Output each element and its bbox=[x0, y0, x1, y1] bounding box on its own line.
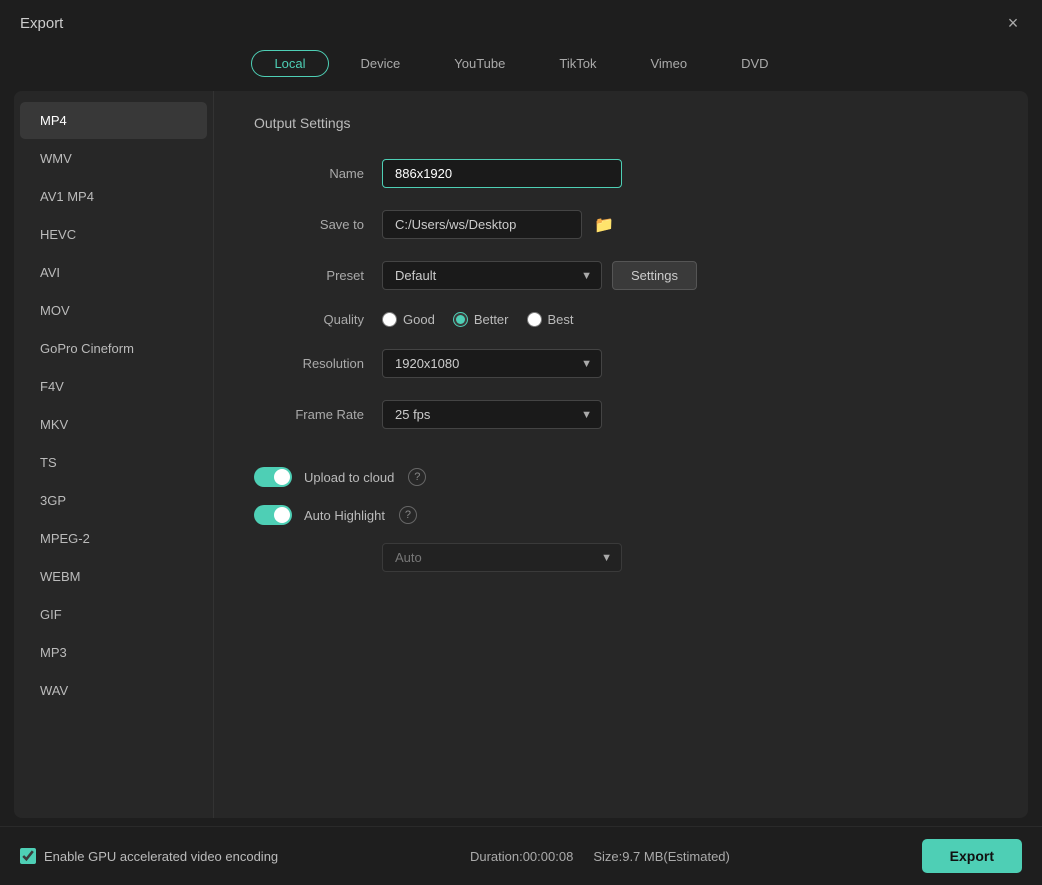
name-row: Name bbox=[254, 159, 988, 188]
quality-good-label: Good bbox=[403, 312, 435, 327]
tab-tiktok[interactable]: TikTok bbox=[537, 50, 618, 77]
save-to-row: Save to 📁 bbox=[254, 210, 988, 239]
format-webm[interactable]: WEBM bbox=[20, 558, 207, 595]
tab-local[interactable]: Local bbox=[251, 50, 328, 77]
export-button[interactable]: Export bbox=[922, 839, 1022, 873]
quality-label: Quality bbox=[254, 312, 364, 327]
tab-device[interactable]: Device bbox=[339, 50, 423, 77]
gpu-checkbox[interactable] bbox=[20, 848, 36, 864]
quality-better-option[interactable]: Better bbox=[453, 312, 509, 327]
preset-select[interactable]: Default bbox=[382, 261, 602, 290]
size-label: Size:9.7 MB(Estimated) bbox=[593, 849, 730, 864]
close-button[interactable]: × bbox=[1004, 14, 1022, 32]
format-f4v[interactable]: F4V bbox=[20, 368, 207, 405]
format-3gp[interactable]: 3GP bbox=[20, 482, 207, 519]
frame-rate-row: Frame Rate 25 fps ▼ bbox=[254, 400, 988, 429]
tab-dvd[interactable]: DVD bbox=[719, 50, 790, 77]
preset-select-wrap: Default ▼ bbox=[382, 261, 602, 290]
title-bar: Export × bbox=[0, 0, 1042, 42]
resolution-select-wrap: 1920x1080 ▼ bbox=[382, 349, 602, 378]
upload-cloud-row: Upload to cloud ? bbox=[254, 467, 988, 487]
format-hevc[interactable]: HEVC bbox=[20, 216, 207, 253]
quality-better-radio[interactable] bbox=[453, 312, 468, 327]
quality-good-radio[interactable] bbox=[382, 312, 397, 327]
format-mkv[interactable]: MKV bbox=[20, 406, 207, 443]
format-mp3[interactable]: MP3 bbox=[20, 634, 207, 671]
window-title: Export bbox=[20, 15, 63, 32]
format-wav[interactable]: WAV bbox=[20, 672, 207, 709]
quality-better-label: Better bbox=[474, 312, 509, 327]
auto-highlight-toggle[interactable] bbox=[254, 505, 292, 525]
upload-cloud-toggle[interactable] bbox=[254, 467, 292, 487]
format-wmv[interactable]: WMV bbox=[20, 140, 207, 177]
tab-vimeo[interactable]: Vimeo bbox=[628, 50, 709, 77]
output-settings-title: Output Settings bbox=[254, 115, 988, 131]
format-gif[interactable]: GIF bbox=[20, 596, 207, 633]
format-avi[interactable]: AVI bbox=[20, 254, 207, 291]
preset-controls: Default ▼ Settings bbox=[382, 261, 697, 290]
upload-cloud-knob bbox=[274, 469, 290, 485]
save-to-path[interactable] bbox=[382, 210, 582, 239]
quality-good-option[interactable]: Good bbox=[382, 312, 435, 327]
quality-best-label: Best bbox=[548, 312, 574, 327]
upload-cloud-help-icon[interactable]: ? bbox=[408, 468, 426, 486]
preset-row: Preset Default ▼ Settings bbox=[254, 261, 988, 290]
save-to-controls: 📁 bbox=[382, 210, 618, 239]
format-mpeg2[interactable]: MPEG-2 bbox=[20, 520, 207, 557]
save-to-label: Save to bbox=[254, 217, 364, 232]
frame-rate-select[interactable]: 25 fps bbox=[382, 400, 602, 429]
format-list: MP4 WMV AV1 MP4 HEVC AVI MOV GoPro Cinef… bbox=[14, 91, 214, 818]
format-av1mp4[interactable]: AV1 MP4 bbox=[20, 178, 207, 215]
format-ts[interactable]: TS bbox=[20, 444, 207, 481]
upload-cloud-toggle-wrap: Upload to cloud bbox=[254, 467, 394, 487]
tab-youtube[interactable]: YouTube bbox=[432, 50, 527, 77]
auto-highlight-help-icon[interactable]: ? bbox=[399, 506, 417, 524]
quality-options: Good Better Best bbox=[382, 312, 574, 327]
auto-select[interactable]: Auto bbox=[382, 543, 622, 572]
frame-rate-select-wrap: 25 fps ▼ bbox=[382, 400, 602, 429]
auto-select-outer: Auto ▼ bbox=[382, 543, 622, 572]
auto-highlight-knob bbox=[274, 507, 290, 523]
folder-button[interactable]: 📁 bbox=[590, 211, 618, 239]
export-window: Export × Local Device YouTube TikTok Vim… bbox=[0, 0, 1042, 885]
main-content: MP4 WMV AV1 MP4 HEVC AVI MOV GoPro Cinef… bbox=[14, 91, 1028, 818]
auto-highlight-label: Auto Highlight bbox=[304, 508, 385, 523]
gpu-label: Enable GPU accelerated video encoding bbox=[44, 849, 278, 864]
bottom-info: Duration:00:00:08 Size:9.7 MB(Estimated) bbox=[470, 849, 730, 864]
resolution-row: Resolution 1920x1080 ▼ bbox=[254, 349, 988, 378]
preset-label: Preset bbox=[254, 268, 364, 283]
name-label: Name bbox=[254, 166, 364, 181]
quality-row: Quality Good Better Best bbox=[254, 312, 988, 327]
tab-bar: Local Device YouTube TikTok Vimeo DVD bbox=[0, 42, 1042, 91]
auto-highlight-toggle-wrap: Auto Highlight bbox=[254, 505, 385, 525]
frame-rate-label: Frame Rate bbox=[254, 407, 364, 422]
resolution-select[interactable]: 1920x1080 bbox=[382, 349, 602, 378]
format-gopro[interactable]: GoPro Cineform bbox=[20, 330, 207, 367]
format-mov[interactable]: MOV bbox=[20, 292, 207, 329]
settings-button[interactable]: Settings bbox=[612, 261, 697, 290]
format-mp4[interactable]: MP4 bbox=[20, 102, 207, 139]
auto-select-wrap: Auto ▼ bbox=[382, 543, 988, 572]
auto-highlight-row: Auto Highlight ? bbox=[254, 505, 988, 525]
bottom-bar: Enable GPU accelerated video encoding Du… bbox=[0, 826, 1042, 885]
gpu-check-row: Enable GPU accelerated video encoding bbox=[20, 848, 278, 864]
upload-cloud-label: Upload to cloud bbox=[304, 470, 394, 485]
duration-label: Duration:00:00:08 bbox=[470, 849, 573, 864]
settings-panel: Output Settings Name Save to 📁 Preset bbox=[214, 91, 1028, 818]
name-input[interactable] bbox=[382, 159, 622, 188]
resolution-label: Resolution bbox=[254, 356, 364, 371]
quality-best-radio[interactable] bbox=[527, 312, 542, 327]
quality-best-option[interactable]: Best bbox=[527, 312, 574, 327]
